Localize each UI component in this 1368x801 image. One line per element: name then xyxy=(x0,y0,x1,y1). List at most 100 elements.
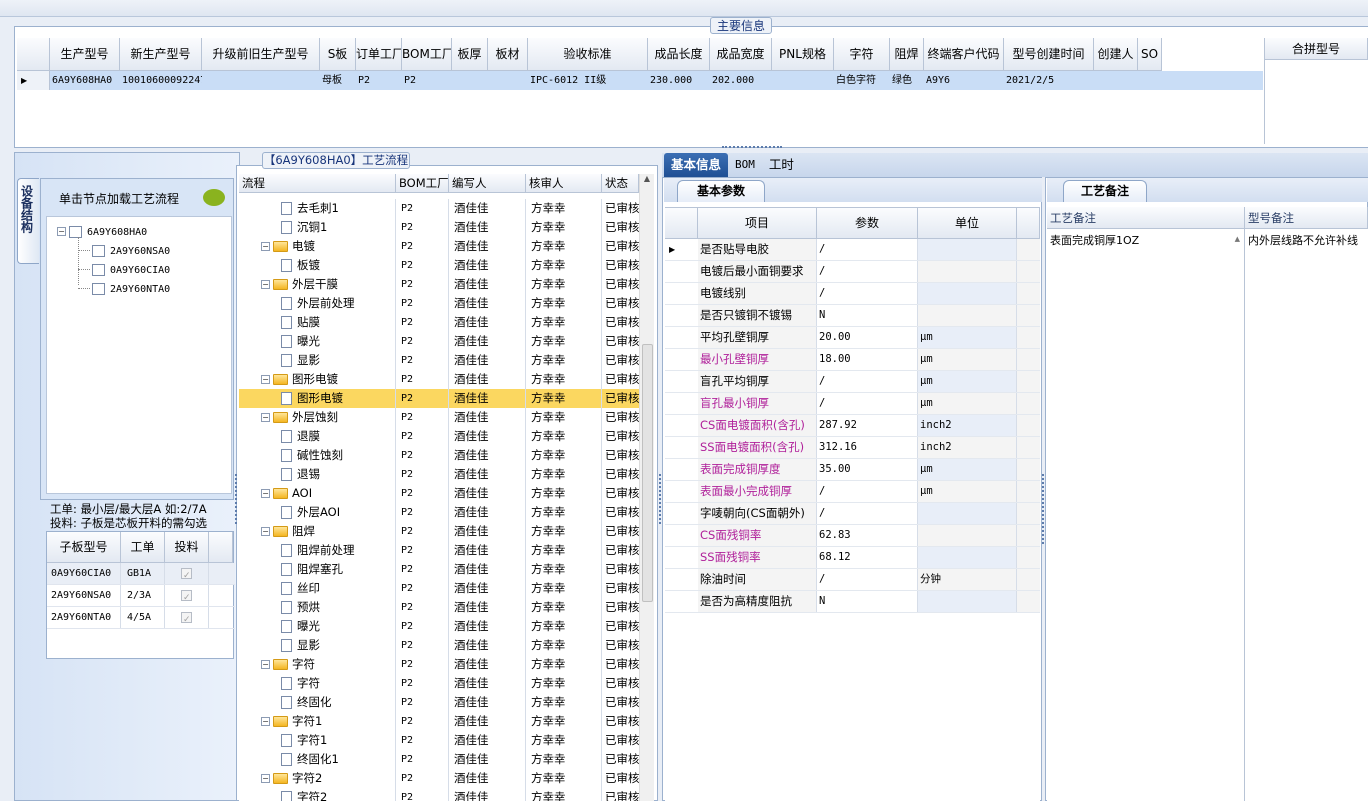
main-col-header[interactable]: 订单工厂 xyxy=(356,38,402,71)
collapse-icon[interactable]: − xyxy=(261,774,270,783)
main-cell[interactable]: 202.000 xyxy=(710,71,772,90)
subboard-row[interactable]: 2A9Y60NTA0 4/5A xyxy=(47,607,235,629)
params-col-header[interactable]: 单位 xyxy=(918,208,1017,239)
main-cell[interactable] xyxy=(452,71,488,90)
collapse-icon[interactable]: − xyxy=(261,242,270,251)
main-cell[interactable]: A9Y6 xyxy=(924,71,1004,90)
process-row[interactable]: 终固化 P2 酒佳佳 方幸幸 已审核 xyxy=(239,693,639,712)
left-splitter[interactable] xyxy=(235,474,239,524)
tree-child-node[interactable]: 2A9Y60NSA0 xyxy=(78,243,170,257)
process-row[interactable]: 外层前处理 P2 酒佳佳 方幸幸 已审核 xyxy=(239,294,639,313)
param-value[interactable]: / xyxy=(817,261,918,282)
params-col-header[interactable]: 参数 xyxy=(817,208,918,239)
main-col-header[interactable]: BOM工厂 xyxy=(402,38,452,71)
param-value[interactable]: 20.00 xyxy=(817,327,918,348)
param-value[interactable]: 18.00 xyxy=(817,349,918,370)
main-cell[interactable] xyxy=(202,71,320,90)
subboard-col-header[interactable]: 工单 xyxy=(121,532,165,563)
tree-root-node[interactable]: − 6A9Y608HA0 xyxy=(57,224,147,238)
main-cell[interactable] xyxy=(488,71,528,90)
process-col-header[interactable]: 编写人 xyxy=(449,174,526,193)
tab-basic[interactable]: 基本信息 xyxy=(664,153,729,177)
param-value[interactable]: / xyxy=(817,481,918,502)
param-value[interactable]: / xyxy=(817,371,918,392)
param-value[interactable]: 287.92 xyxy=(817,415,918,436)
param-row[interactable]: 平均孔壁铜厚 20.00 μm xyxy=(665,327,1040,349)
main-cell[interactable] xyxy=(1094,71,1138,90)
param-row[interactable]: 电镀后最小面铜要求 / xyxy=(665,261,1040,283)
main-col-header[interactable]: PNL规格 xyxy=(772,38,834,71)
process-row[interactable]: 图形电镀 P2 酒佳佳 方幸幸 已审核 xyxy=(239,389,639,408)
main-col-header[interactable]: 创建人 xyxy=(1094,38,1138,71)
param-row[interactable]: CS面电镀面积(含孔) 287.92 inch2 xyxy=(665,415,1040,437)
process-row[interactable]: 预烘 P2 酒佳佳 方幸幸 已审核 xyxy=(239,598,639,617)
process-row[interactable]: − 字符1 P2 酒佳佳 方幸幸 已审核 xyxy=(239,712,639,731)
process-row[interactable]: 沉铜1 P2 酒佳佳 方幸幸 已审核 xyxy=(239,218,639,237)
process-col-header[interactable]: 状态 xyxy=(602,174,639,193)
param-value[interactable]: 312.16 xyxy=(817,437,918,458)
process-row[interactable]: 曝光 P2 酒佳佳 方幸幸 已审核 xyxy=(239,332,639,351)
main-col-header[interactable]: 升级前旧生产型号 xyxy=(202,38,320,71)
main-cell[interactable]: 白色字符 xyxy=(834,71,890,90)
param-value[interactable]: / xyxy=(817,393,918,414)
process-row[interactable]: 退锡 P2 酒佳佳 方幸幸 已审核 xyxy=(239,465,639,484)
main-col-header[interactable]: 型号创建时间 xyxy=(1004,38,1094,71)
process-col-header[interactable]: 核审人 xyxy=(526,174,602,193)
param-row[interactable]: 表面完成铜厚度 35.00 μm xyxy=(665,459,1040,481)
subboard-order[interactable]: GB1A xyxy=(121,563,165,584)
collapse-icon[interactable]: − xyxy=(57,227,66,236)
main-col-header[interactable]: 成品长度 xyxy=(648,38,710,71)
main-col-header[interactable]: 字符 xyxy=(834,38,890,71)
param-row[interactable]: 字唛朝向(CS面朝外) / xyxy=(665,503,1040,525)
process-row[interactable]: − AOI P2 酒佳佳 方幸幸 已审核 xyxy=(239,484,639,503)
main-col-header[interactable]: SO xyxy=(1138,38,1162,71)
model-remark-field[interactable]: 内外层线路不允许补线 xyxy=(1245,229,1368,801)
param-row[interactable]: 电镀线别 / xyxy=(665,283,1040,305)
param-row[interactable]: ▶ 是否贴导电胶 / xyxy=(665,239,1040,261)
param-value[interactable]: / xyxy=(817,239,918,260)
feed-checkbox[interactable] xyxy=(181,566,192,584)
param-row[interactable]: 是否为高精度阻抗 N xyxy=(665,591,1040,613)
process-row[interactable]: − 电镀 P2 酒佳佳 方幸幸 已审核 xyxy=(239,237,639,256)
process-row[interactable]: 显影 P2 酒佳佳 方幸幸 已审核 xyxy=(239,636,639,655)
process-scrollbar[interactable]: ▲ xyxy=(639,174,654,801)
main-col-header[interactable]: 成品宽度 xyxy=(710,38,772,71)
process-row[interactable]: − 字符2 P2 酒佳佳 方幸幸 已审核 xyxy=(239,769,639,788)
main-col-header[interactable]: 验收标准 xyxy=(528,38,648,71)
process-row[interactable]: 显影 P2 酒佳佳 方幸幸 已审核 xyxy=(239,351,639,370)
collapse-icon[interactable]: − xyxy=(261,527,270,536)
subboard-row[interactable]: 2A9Y60NSA0 2/3A xyxy=(47,585,235,607)
main-col-header[interactable]: 终端客户代码 xyxy=(924,38,1004,71)
main-cell[interactable]: 10010600092247 xyxy=(120,71,202,90)
collapse-icon[interactable]: − xyxy=(261,489,270,498)
main-cell[interactable]: 6A9Y608HA0 xyxy=(50,71,120,90)
param-value[interactable]: 35.00 xyxy=(817,459,918,480)
collapse-icon[interactable]: − xyxy=(261,660,270,669)
process-row[interactable]: − 外层干膜 P2 酒佳佳 方幸幸 已审核 xyxy=(239,275,639,294)
param-row[interactable]: 盲孔最小铜厚 / μm xyxy=(665,393,1040,415)
main-cell[interactable] xyxy=(772,71,834,90)
main-cell[interactable]: 230.000 xyxy=(648,71,710,90)
param-value[interactable]: / xyxy=(817,569,918,590)
param-row[interactable]: CS面残铜率 62.83 xyxy=(665,525,1040,547)
param-value[interactable]: 68.12 xyxy=(817,547,918,568)
main-col-header[interactable]: 板厚 xyxy=(452,38,488,71)
main-cell[interactable] xyxy=(1138,71,1162,90)
feed-checkbox[interactable] xyxy=(181,588,192,606)
subboard-order[interactable]: 2/3A xyxy=(121,585,165,606)
main-cell[interactable]: 2021/2/5 xyxy=(1004,71,1094,90)
params-col-header[interactable]: 项目 xyxy=(698,208,817,239)
process-row[interactable]: 阻焊塞孔 P2 酒佳佳 方幸幸 已审核 xyxy=(239,560,639,579)
param-row[interactable]: 除油时间 / 分钟 xyxy=(665,569,1040,591)
param-row[interactable]: SS面残铜率 68.12 xyxy=(665,547,1040,569)
process-row[interactable]: − 外层蚀刻 P2 酒佳佳 方幸幸 已审核 xyxy=(239,408,639,427)
process-row[interactable]: − 图形电镀 P2 酒佳佳 方幸幸 已审核 xyxy=(239,370,639,389)
process-row[interactable]: 阻焊前处理 P2 酒佳佳 方幸幸 已审核 xyxy=(239,541,639,560)
collapse-icon[interactable]: − xyxy=(261,413,270,422)
process-row[interactable]: − 字符 P2 酒佳佳 方幸幸 已审核 xyxy=(239,655,639,674)
vertical-tab-device-structure[interactable]: 设备结构 xyxy=(17,178,39,264)
scroll-thumb[interactable] xyxy=(642,344,653,602)
process-row[interactable]: − 阻焊 P2 酒佳佳 方幸幸 已审核 xyxy=(239,522,639,541)
subboard-row[interactable]: 0A9Y60CIA0 GB1A xyxy=(47,563,235,585)
remarks-title-tab[interactable]: 工艺备注 xyxy=(1063,180,1147,202)
